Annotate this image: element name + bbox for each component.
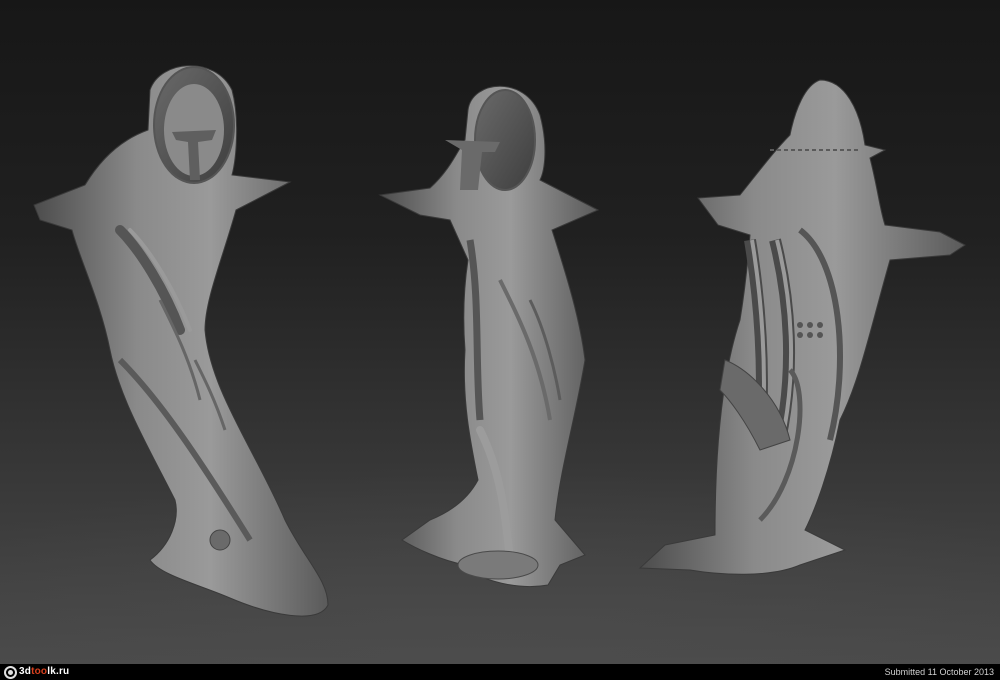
- logo-wordmark: 3dtoolk.ru: [19, 666, 70, 677]
- render-viewport: [0, 0, 1000, 664]
- footer-bar: 3dtoolk.ru Submitted 11 October 2013: [0, 664, 1000, 680]
- site-logo[interactable]: 3dtoolk.ru: [4, 664, 69, 680]
- logo-icon: [4, 665, 17, 679]
- submitted-date: Submitted 11 October 2013: [884, 667, 994, 677]
- sculpt-render: [0, 65, 1000, 664]
